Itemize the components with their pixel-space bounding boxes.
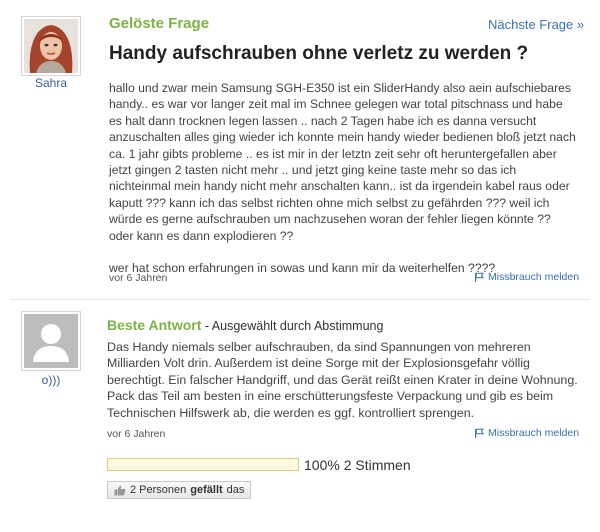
vote-result: 100% 2 Stimmen (304, 457, 411, 473)
vote-bar-fill (108, 459, 298, 470)
next-question-link[interactable]: Nächste Frage » (488, 17, 584, 32)
thumbs-up-icon (114, 485, 126, 495)
resolved-question-label: Gelöste Frage (109, 15, 210, 32)
like-suffix: das (226, 484, 245, 496)
best-answer-subtitle: - Ausgewählt durch Abstimmung (201, 319, 384, 333)
like-button[interactable]: 2 Personen gefällt das (107, 481, 252, 499)
answerer-username[interactable]: o))) (21, 373, 81, 387)
section-divider (10, 299, 590, 300)
best-answer-header: Beste Antwort - Ausgewählt durch Abstimm… (107, 317, 383, 335)
question-body-line: würde es gerne aufschrauben um nachzuseh… (109, 212, 551, 227)
asker-avatar[interactable] (21, 16, 81, 76)
question-body-line: ca. 1 jahr gibts probleme .. es ist mir … (109, 146, 557, 161)
question-body: hallo und zwar mein Samsung SGH-E350 ist… (109, 80, 589, 276)
answer-report-link[interactable]: Missbrauch melden (474, 427, 579, 439)
question-body-line: kaputt ??? kann ich das selbst richten o… (109, 195, 550, 210)
question-body-line: es halt dann trocknen legen lassen .. na… (109, 113, 537, 128)
answer-timestamp: vor 6 Jahren (107, 428, 166, 440)
vote-bar (107, 458, 299, 471)
question-timestamp: vor 6 Jahren (109, 272, 168, 284)
like-label: gefällt (190, 484, 223, 496)
question-body-line: handy.. es war vor langer zeit mal im Sc… (109, 97, 563, 112)
flag-icon (475, 428, 484, 438)
question-body-line: nichteinmal mein handy nicht mehr anscha… (109, 179, 570, 194)
question-body-line: oder kann es dann explodieren ?? (109, 228, 294, 243)
asker-username[interactable]: Sahra (21, 76, 81, 90)
report-label: Missbrauch melden (488, 271, 580, 283)
answer-body-line: Milliarden Volt drin. Außerdem ist deine… (107, 356, 530, 371)
question-body-line: hallo und zwar mein Samsung SGH-E350 ist… (109, 81, 572, 95)
question-body-line: jetzt gingen 2 tasten nicht mehr .. und … (109, 163, 517, 178)
question-body-line: anzuschalten alles ging wieder ich konnt… (109, 130, 576, 145)
answer-body-line: Pack das Teil am besten in eine erschütt… (107, 389, 554, 404)
asker-avatar-image (24, 19, 78, 73)
question-report-link[interactable]: Missbrauch melden (474, 271, 579, 283)
answer-body-line: Technischen Hilfswerk ab, die werden es … (107, 405, 475, 420)
default-user-icon (24, 314, 78, 368)
best-answer-label: Beste Antwort (107, 317, 202, 333)
answer-body: Das Handy niemals selber aufschrauben, d… (107, 339, 587, 421)
flag-icon (475, 272, 484, 282)
report-label: Missbrauch melden (488, 427, 580, 439)
answer-body-line: berechtigt. Ein falscher Handgriff, und … (107, 372, 578, 387)
like-count: 2 Personen (130, 484, 187, 496)
answer-body-line: Das Handy niemals selber aufschrauben, d… (107, 340, 531, 354)
answerer-avatar[interactable] (21, 311, 81, 371)
question-title: Handy aufschrauben ohne verletz zu werde… (109, 43, 529, 64)
